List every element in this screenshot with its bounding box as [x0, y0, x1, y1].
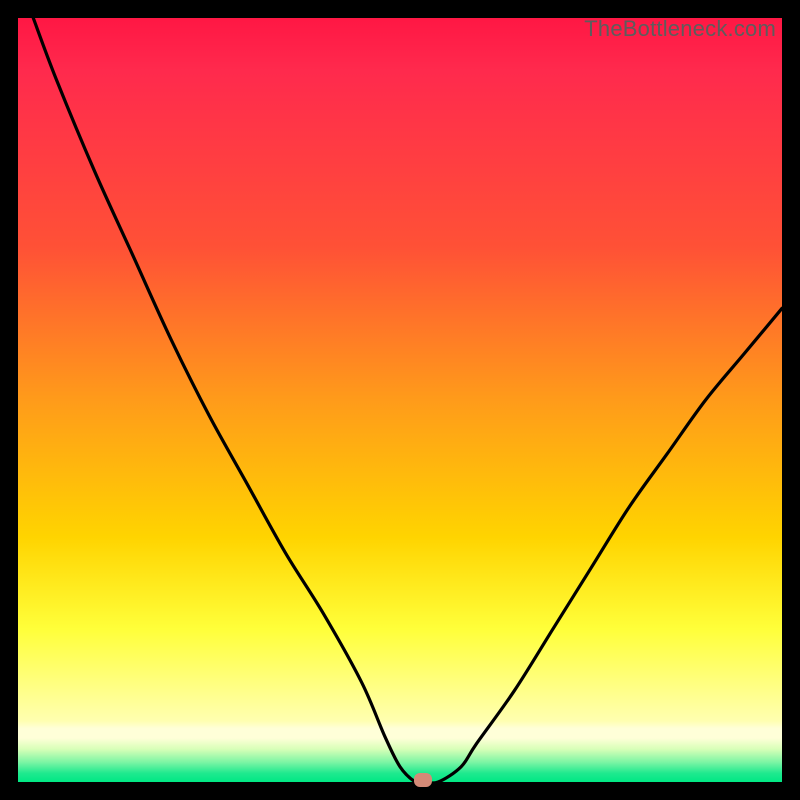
- chart-frame: TheBottleneck.com: [0, 0, 800, 800]
- optimal-point-marker: [414, 773, 432, 787]
- plot-area: TheBottleneck.com: [18, 18, 782, 782]
- bottleneck-curve: [18, 18, 782, 782]
